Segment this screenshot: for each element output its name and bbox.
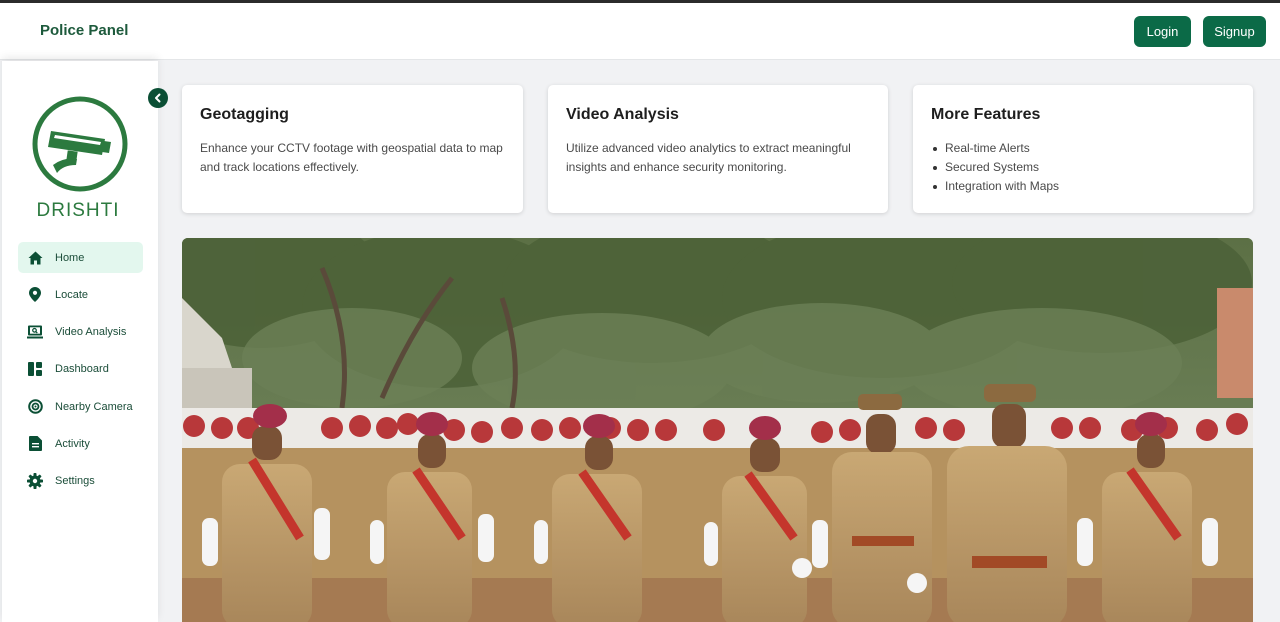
card-title: More Features [931,106,1041,123]
sidebar-item-label: Activity [55,437,90,450]
chevron-left-icon [155,93,161,103]
sidebar-item-label: Locate [55,288,89,301]
card-description: Enhance your CCTV footage with geospatia… [200,141,503,174]
list-item: Integration with Maps [933,177,1235,196]
location-pin-icon [27,287,43,303]
feature-card-more-features: More Features Real-time Alerts Secured S… [913,85,1253,213]
sidebar-item-label: Settings [55,475,95,488]
feature-card-geotagging: Geotagging Enhance your CCTV footage wit… [182,85,523,213]
card-description: Utilize advanced video analytics to extr… [566,141,851,174]
sidebar-item-settings[interactable]: Settings [18,466,143,497]
gear-icon [27,473,43,490]
sidebar-item-label: Dashboard [55,363,109,376]
sidebar-item-label: Nearby Camera [55,400,133,413]
sidebar-collapse-button[interactable] [148,88,168,108]
feature-card-video-analysis: Video Analysis Utilize advanced video an… [548,85,888,213]
features-list: Real-time Alerts Secured Systems Integra… [933,139,1235,196]
target-icon [27,399,43,415]
list-item: Real-time Alerts [933,139,1235,158]
home-icon [27,250,43,266]
card-title: Geotagging [200,106,289,123]
hero-image [182,238,1253,622]
cctv-camera-icon [32,96,128,192]
sidebar: DRISHTI Home Locate Video Analysis Dashb… [2,61,158,622]
document-icon [27,436,43,452]
sidebar-nav: Home Locate Video Analysis Dashboard Nea… [18,242,143,503]
video-analysis-icon [27,324,43,340]
app-window: Police Panel Login Signup DRISHTI Home L… [0,3,1280,622]
card-title: Video Analysis [566,106,679,123]
login-button[interactable]: Login [1134,16,1191,47]
sidebar-item-video-analysis[interactable]: Video Analysis [18,317,143,348]
sidebar-item-dashboard[interactable]: Dashboard [18,354,143,385]
app-title: Police Panel [40,22,129,39]
signup-button[interactable]: Signup [1203,16,1266,47]
logo-text: DRISHTI [36,200,120,221]
dashboard-icon [27,361,43,377]
sidebar-item-label: Video Analysis [55,326,127,339]
drishti-logo [31,95,129,193]
police-parade-photo [182,238,1253,622]
sidebar-item-nearby-camera[interactable]: Nearby Camera [18,391,143,422]
sidebar-item-label: Home [55,251,85,264]
list-item: Secured Systems [933,158,1235,177]
top-header: Police Panel Login Signup [0,3,1280,60]
sidebar-item-activity[interactable]: Activity [18,428,143,459]
sidebar-item-locate[interactable]: Locate [18,279,143,310]
sidebar-item-home[interactable]: Home [18,242,143,273]
